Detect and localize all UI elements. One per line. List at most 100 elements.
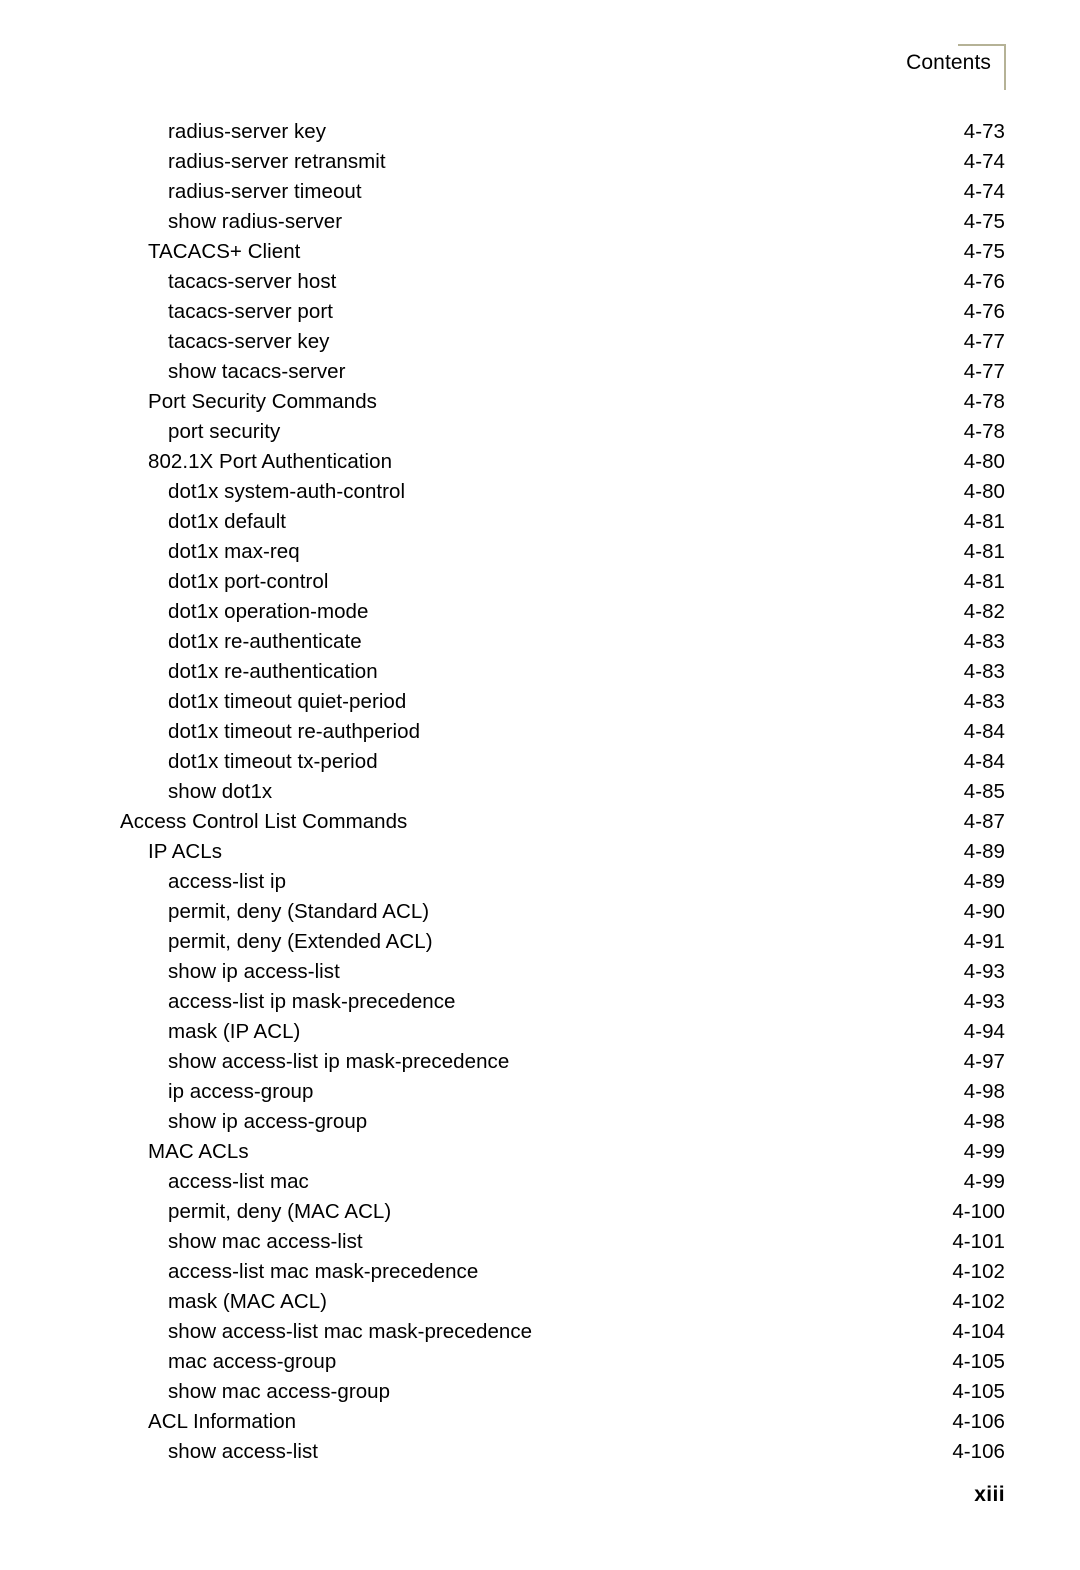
toc-entry[interactable]: dot1x system-auth-control 4-80: [0, 477, 1005, 507]
toc-entry[interactable]: show access-list 4-106: [0, 1437, 1005, 1467]
toc-entry-page-number: 4-81: [963, 570, 1005, 593]
toc-entry-label: dot1x default: [168, 510, 287, 533]
toc-entry-label: mac access-group: [168, 1350, 337, 1373]
toc-entry[interactable]: permit, deny (Extended ACL) 4-91: [0, 927, 1005, 957]
toc-entry-page-number: 4-97: [963, 1050, 1005, 1073]
toc-entry[interactable]: Access Control List Commands 4-87: [0, 807, 1005, 837]
toc-entry[interactable]: access-list ip 4-89: [0, 867, 1005, 897]
toc-entry-label: radius-server key: [168, 120, 327, 143]
toc-entry[interactable]: show radius-server 4-75: [0, 207, 1005, 237]
toc-entry[interactable]: show access-list mac mask-precedence 4-10…: [0, 1317, 1005, 1347]
toc-entry-label: access-list mac: [168, 1170, 309, 1193]
toc-entry[interactable]: show mac access-list 4-101: [0, 1227, 1005, 1257]
toc-entry-label: permit, deny (Extended ACL): [168, 930, 433, 953]
toc-entry[interactable]: access-list ip mask-precedence 4-93: [0, 987, 1005, 1017]
toc-entry-label: show ip access-list: [168, 960, 340, 983]
toc-entry-page-number: 4-77: [963, 360, 1005, 383]
toc-entry-page-number: 4-100: [952, 1200, 1005, 1223]
toc-entry-page-number: 4-106: [952, 1410, 1005, 1433]
toc-entry-label: Access Control List Commands: [120, 810, 408, 833]
toc-entry-label: show mac access-list: [168, 1230, 363, 1253]
toc-entry[interactable]: radius-server retransmit 4-74: [0, 147, 1005, 177]
toc-entry-page-number: 4-80: [963, 450, 1005, 473]
toc-entry-label: IP ACLs: [148, 840, 223, 863]
toc-entry-page-number: 4-77: [963, 330, 1005, 353]
toc-entry[interactable]: mask (IP ACL) 4-94: [0, 1017, 1005, 1047]
toc-entry-label: mask (MAC ACL): [168, 1290, 328, 1313]
toc-entry-page-number: 4-81: [963, 510, 1005, 533]
toc-entry[interactable]: mac access-group 4-105: [0, 1347, 1005, 1377]
toc-entry-page-number: 4-89: [963, 870, 1005, 893]
toc-entry[interactable]: dot1x re-authentication 4-83: [0, 657, 1005, 687]
toc-entry[interactable]: Port Security Commands 4-78: [0, 387, 1005, 417]
toc-entry[interactable]: show mac access-group 4-105: [0, 1377, 1005, 1407]
toc-entry-label: show access-list: [168, 1440, 319, 1463]
toc-entry[interactable]: show dot1x 4-85: [0, 777, 1005, 807]
toc-entry-label: access-list ip: [168, 870, 287, 893]
toc-entry[interactable]: 802.1X Port Authentication 4-80: [0, 447, 1005, 477]
toc-entry-page-number: 4-106: [952, 1440, 1005, 1463]
toc-entry-label: MAC ACLs: [148, 1140, 249, 1163]
toc-entry[interactable]: dot1x operation-mode 4-82: [0, 597, 1005, 627]
toc-entry-label: mask (IP ACL): [168, 1020, 301, 1043]
toc-entry[interactable]: radius-server timeout 4-74: [0, 177, 1005, 207]
toc-entry[interactable]: tacacs-server host 4-76: [0, 267, 1005, 297]
toc-entry-label: port security: [168, 420, 281, 443]
toc-entry[interactable]: show ip access-list 4-93: [0, 957, 1005, 987]
toc-entry-page-number: 4-85: [963, 780, 1005, 803]
toc-entry-page-number: 4-91: [963, 930, 1005, 953]
toc-entry[interactable]: dot1x timeout re-authperiod 4-84: [0, 717, 1005, 747]
toc-entry[interactable]: dot1x timeout tx-period 4-84: [0, 747, 1005, 777]
toc-entry-page-number: 4-78: [963, 420, 1005, 443]
toc-entry[interactable]: show tacacs-server 4-77: [0, 357, 1005, 387]
toc-entry[interactable]: access-list mac mask-precedence 4-102: [0, 1257, 1005, 1287]
toc-entry-label: show access-list mac mask-precedence: [168, 1320, 533, 1343]
toc-entry-label: TACACS+ Client: [148, 240, 301, 263]
toc-entry-page-number: 4-84: [963, 750, 1005, 773]
header-title: Contents: [906, 51, 991, 74]
toc-entry-label: dot1x re-authentication: [168, 660, 378, 683]
toc-entry-page-number: 4-82: [963, 600, 1005, 623]
toc-entry[interactable]: port security 4-78: [0, 417, 1005, 447]
toc-entry[interactable]: ACL Information 4-106: [0, 1407, 1005, 1437]
table-of-contents: radius-server key 4-73 radius-server retra…: [0, 117, 1005, 1467]
toc-entry[interactable]: mask (MAC ACL) 4-102: [0, 1287, 1005, 1317]
toc-entry-page-number: 4-76: [963, 270, 1005, 293]
toc-entry-label: radius-server timeout: [168, 180, 362, 203]
toc-entry[interactable]: dot1x re-authenticate 4-83: [0, 627, 1005, 657]
toc-entry-page-number: 4-81: [963, 540, 1005, 563]
toc-entry[interactable]: show access-list ip mask-precedence 4-97: [0, 1047, 1005, 1077]
toc-entry-label: permit, deny (Standard ACL): [168, 900, 430, 923]
toc-entry-page-number: 4-76: [963, 300, 1005, 323]
toc-entry[interactable]: access-list mac 4-99: [0, 1167, 1005, 1197]
toc-entry-label: show dot1x: [168, 780, 273, 803]
toc-entry-page-number: 4-73: [963, 120, 1005, 143]
toc-entry[interactable]: dot1x timeout quiet-period 4-83: [0, 687, 1005, 717]
toc-entry-label: show tacacs-server: [168, 360, 346, 383]
toc-entry[interactable]: dot1x port-control 4-81: [0, 567, 1005, 597]
toc-entry[interactable]: dot1x default 4-81: [0, 507, 1005, 537]
toc-entry[interactable]: IP ACLs 4-89: [0, 837, 1005, 867]
toc-entry-label: show access-list ip mask-precedence: [168, 1050, 510, 1073]
toc-entry[interactable]: ip access-group 4-98: [0, 1077, 1005, 1107]
toc-entry-page-number: 4-102: [952, 1290, 1005, 1313]
toc-entry-label: access-list mac mask-precedence: [168, 1260, 479, 1283]
toc-entry[interactable]: MAC ACLs 4-99: [0, 1137, 1005, 1167]
toc-entry-label: dot1x timeout quiet-period: [168, 690, 407, 713]
toc-entry-page-number: 4-74: [963, 180, 1005, 203]
toc-entry-page-number: 4-102: [952, 1260, 1005, 1283]
toc-entry[interactable]: radius-server key 4-73: [0, 117, 1005, 147]
toc-entry-page-number: 4-101: [952, 1230, 1005, 1253]
toc-entry[interactable]: TACACS+ Client 4-75: [0, 237, 1005, 267]
toc-entry[interactable]: show ip access-group 4-98: [0, 1107, 1005, 1137]
toc-entry[interactable]: tacacs-server key 4-77: [0, 327, 1005, 357]
toc-entry-label: dot1x re-authenticate: [168, 630, 362, 653]
toc-entry-page-number: 4-75: [963, 210, 1005, 233]
page-folio: xiii: [974, 1483, 1005, 1506]
toc-entry[interactable]: permit, deny (MAC ACL) 4-100: [0, 1197, 1005, 1227]
toc-entry[interactable]: dot1x max-req 4-81: [0, 537, 1005, 567]
toc-entry-label: ACL Information: [148, 1410, 297, 1433]
toc-entry[interactable]: tacacs-server port 4-76: [0, 297, 1005, 327]
toc-entry-page-number: 4-83: [963, 690, 1005, 713]
toc-entry[interactable]: permit, deny (Standard ACL) 4-90: [0, 897, 1005, 927]
